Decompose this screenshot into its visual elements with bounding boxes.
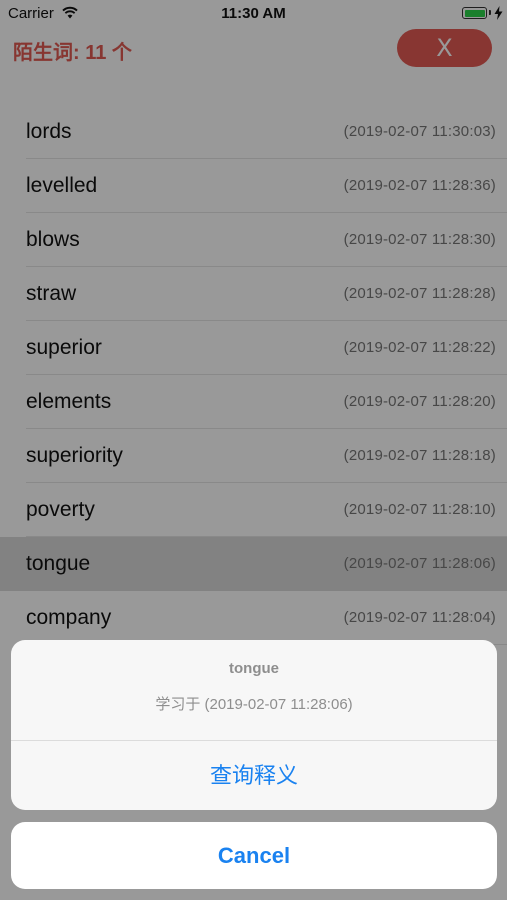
cancel-button[interactable]: Cancel — [11, 822, 497, 889]
action-sheet-message: 学习于 (2019-02-07 11:28:06) — [155, 696, 353, 713]
action-sheet-title: tongue — [229, 660, 279, 677]
lookup-definition-button[interactable]: 查询释义 — [11, 741, 497, 810]
action-sheet: tongue 学习于 (2019-02-07 11:28:06) 查询释义 — [11, 640, 497, 810]
